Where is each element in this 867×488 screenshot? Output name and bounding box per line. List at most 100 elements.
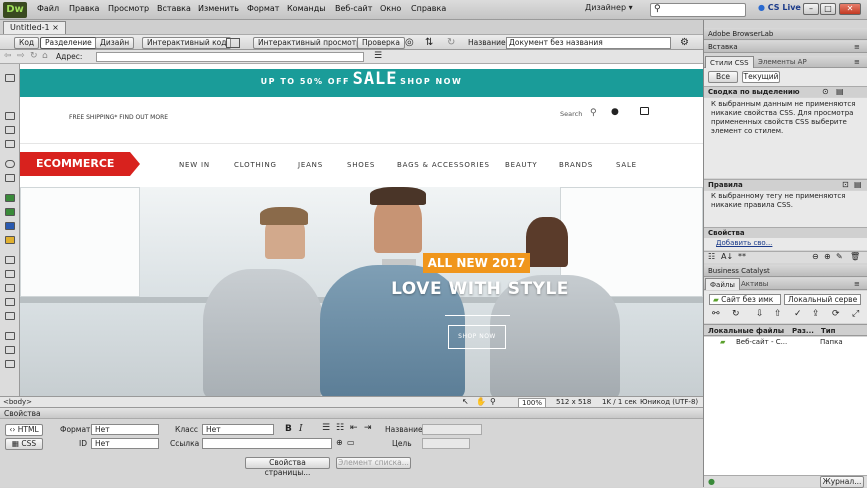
live-view-button[interactable]: Интерактивный просмотр [253, 37, 366, 49]
search-icon[interactable]: ⚲ [590, 108, 597, 118]
table-row[interactable]: ▰ Веб-сайт - С... Папка [704, 337, 867, 348]
balance-braces-icon[interactable] [5, 174, 15, 182]
hero-shop-button[interactable]: SHOP NOW [448, 325, 506, 349]
col-size[interactable]: Раз... [792, 325, 814, 337]
nav-beauty[interactable]: BEAUTY [505, 161, 538, 169]
new-rule-icon[interactable]: ⊕ [824, 252, 831, 261]
menu-format[interactable]: Формат [247, 4, 279, 13]
browse-folder-icon[interactable]: ▭ [347, 438, 355, 447]
workspace-switcher[interactable]: Дизайнер ▾ [585, 3, 633, 12]
multiscreen-icon[interactable] [226, 38, 240, 48]
connect-icon[interactable]: ⚯ [712, 309, 720, 319]
format-source-icon[interactable] [5, 360, 15, 368]
auto-indent-icon[interactable] [5, 236, 15, 244]
properties-title[interactable]: Свойства [0, 408, 703, 419]
brand-logo[interactable]: ECOMMERCE [20, 152, 140, 176]
italic-button[interactable]: I [299, 424, 303, 434]
menu-window[interactable]: Окно [380, 4, 401, 13]
menu-commands[interactable]: Команды [287, 4, 326, 13]
live-code-button[interactable]: Интерактивный код [142, 37, 232, 49]
sort-az-icon[interactable]: A↓ [721, 252, 733, 261]
file-management-icon[interactable]: ⇅ [425, 37, 433, 48]
indent-icon[interactable] [5, 332, 15, 340]
select-parent-tag-icon[interactable] [5, 160, 15, 168]
checkout-icon[interactable]: ✓ [794, 309, 802, 319]
add-property-link[interactable]: Добавить сво... [716, 239, 772, 248]
checkin-icon[interactable]: ⇪ [812, 309, 820, 319]
design-canvas[interactable]: UP TO 50% OFF SALE SHOP NOW FREE SHIPPIN… [20, 64, 703, 396]
panel-menu-icon[interactable]: ≡ [854, 56, 860, 68]
promo-banner[interactable]: UP TO 50% OFF SALE SHOP NOW [20, 69, 703, 97]
window-size[interactable]: 512 x 518 [556, 398, 591, 406]
refresh-icon[interactable]: ↻ [30, 51, 38, 61]
expand-all-icon[interactable] [5, 140, 15, 148]
user-icon[interactable]: ● [611, 107, 619, 117]
col-type[interactable]: Тип [821, 325, 836, 337]
indent-icon[interactable]: ⇥ [364, 423, 372, 433]
menu-file[interactable]: Файл [37, 4, 59, 13]
html-mode-button[interactable]: ‹› HTML [5, 424, 43, 436]
collapse-tag-icon[interactable] [5, 112, 15, 120]
tab-assets[interactable]: Активы [737, 278, 772, 290]
class-select[interactable]: Нет [202, 424, 274, 435]
panel-menu-icon[interactable]: ≡ [854, 278, 860, 290]
log-button[interactable]: Журнал... [820, 476, 864, 488]
show-cascade-icon[interactable]: ▤ [836, 87, 844, 96]
unordered-list-icon[interactable]: ☰ [322, 423, 330, 433]
nav-brands[interactable]: BRANDS [559, 161, 593, 169]
nav-bags-accessories[interactable]: BAGS & ACCESSORIES [397, 161, 490, 169]
outdent-icon[interactable] [5, 346, 15, 354]
split-view-button[interactable]: Разделение [40, 37, 97, 49]
nav-sale[interactable]: SALE [616, 161, 637, 169]
document-title-input[interactable]: Документ без названия [506, 37, 671, 49]
nav-clothing[interactable]: CLOTHING [234, 161, 277, 169]
show-info-icon[interactable]: ⊙ [822, 87, 829, 96]
business-catalyst-header[interactable]: Business Catalyst [704, 265, 867, 277]
point-to-file-icon[interactable]: ⊕ [336, 438, 343, 447]
zoom-tool-icon[interactable]: ⚲ [490, 397, 496, 406]
promo-shop-link[interactable]: SHOP NOW [400, 77, 462, 86]
site-select[interactable]: ▰ Сайт без имк [709, 294, 781, 305]
highlight-invalid-icon[interactable] [5, 208, 15, 216]
css-mode-button[interactable]: ▦ CSS [5, 438, 43, 450]
validation-icon[interactable]: ⚙ [680, 37, 689, 48]
document-tab[interactable]: Untitled-1 × [3, 21, 66, 34]
outdent-icon[interactable]: ⇤ [350, 423, 358, 433]
col-local-files[interactable]: Локальные файлы [708, 325, 784, 337]
format-select[interactable]: Нет [91, 424, 159, 435]
nav-shoes[interactable]: SHOES [347, 161, 375, 169]
minimize-button[interactable]: – [803, 3, 819, 15]
help-search-input[interactable]: ⚲ [650, 3, 746, 17]
category-view-icon[interactable]: ☷ [708, 252, 715, 261]
nav-jeans[interactable]: JEANS [298, 161, 323, 169]
nav-new-in[interactable]: NEW IN [179, 161, 210, 169]
attach-stylesheet-icon[interactable]: ⊖ [812, 252, 819, 261]
css-all-button[interactable]: Все [708, 71, 738, 83]
panel-menu-icon[interactable]: ≡ [854, 41, 860, 53]
open-documents-icon[interactable] [5, 74, 15, 82]
recent-snippets-icon[interactable] [5, 298, 15, 306]
link-input[interactable] [202, 438, 332, 449]
tab-ap-elements[interactable]: Элементы AP [754, 56, 811, 68]
syntax-coloring-icon[interactable] [5, 222, 15, 230]
rules-view-icon[interactable]: ⊡ [842, 180, 849, 189]
close-button[interactable]: ✕ [839, 3, 861, 15]
css-current-button[interactable]: Текущий [742, 71, 780, 83]
move-css-icon[interactable] [5, 312, 15, 320]
browser-preview-icon[interactable]: ◎ [405, 37, 414, 48]
cart-icon[interactable] [640, 107, 649, 115]
edit-rule-icon[interactable]: ✎ [836, 252, 843, 261]
tag-selector[interactable]: <body> [3, 398, 32, 406]
cs-live-button[interactable]: ● CS Live [758, 3, 801, 12]
forward-icon[interactable]: ⇨ [17, 51, 25, 61]
page-options-icon[interactable]: ☰ [374, 51, 382, 61]
menu-insert[interactable]: Вставка [157, 4, 191, 13]
menu-help[interactable]: Справка [411, 4, 446, 13]
page-properties-button[interactable]: Свойства страницы... [245, 457, 330, 477]
tab-files[interactable]: Файлы [705, 278, 740, 290]
put-files-icon[interactable]: ⇧ [774, 309, 782, 319]
design-view-button[interactable]: Дизайн [95, 37, 135, 49]
menu-edit[interactable]: Правка [69, 4, 99, 13]
rules-list-icon[interactable]: ▤ [854, 180, 862, 189]
inspect-button[interactable]: Проверка [357, 37, 405, 49]
